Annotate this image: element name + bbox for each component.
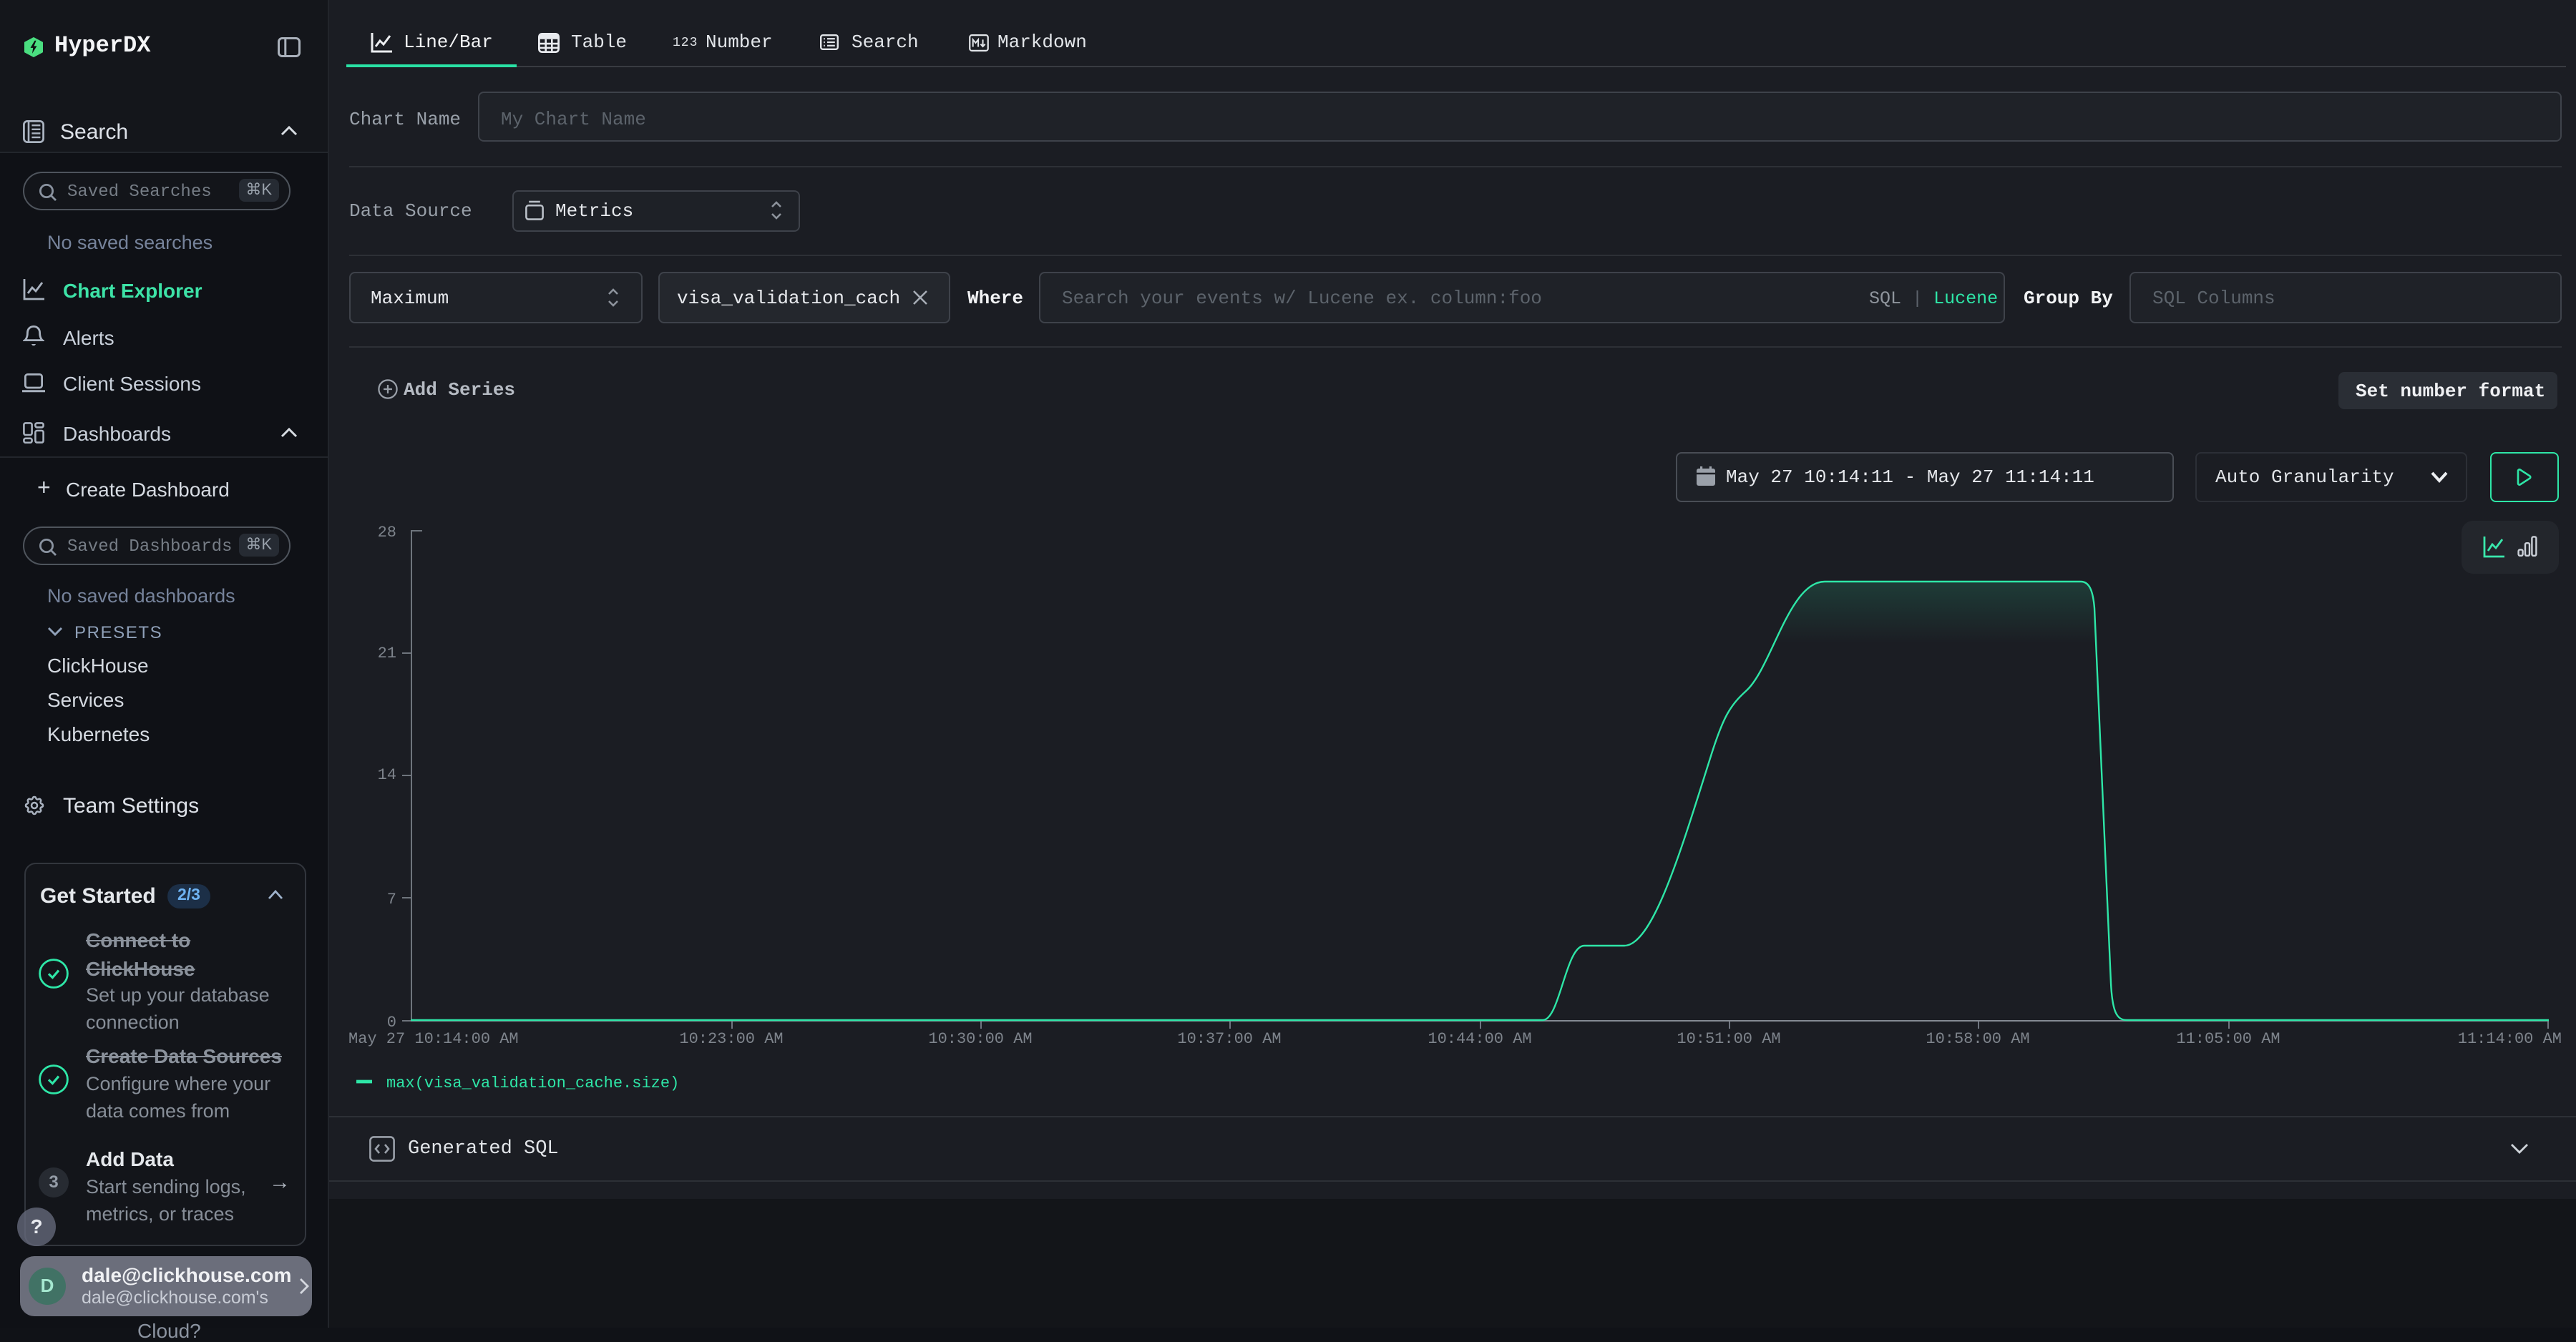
svg-text:max(visa_validation_cache.size: max(visa_validation_cache.size) (386, 1074, 679, 1092)
svg-text:10:44:00 AM: 10:44:00 AM (1428, 1030, 1531, 1048)
svg-text:21: 21 (378, 645, 396, 662)
svg-text:0: 0 (387, 1014, 396, 1032)
svg-text:10:23:00 AM: 10:23:00 AM (679, 1030, 783, 1048)
svg-text:7: 7 (387, 891, 396, 908)
svg-text:May 27 10:14:00 AM: May 27 10:14:00 AM (348, 1030, 519, 1048)
svg-text:14: 14 (378, 766, 396, 784)
svg-text:28: 28 (378, 524, 396, 542)
svg-text:10:51:00 AM: 10:51:00 AM (1677, 1030, 1780, 1048)
svg-text:11:14:00 AM: 11:14:00 AM (2458, 1030, 2562, 1048)
svg-text:10:58:00 AM: 10:58:00 AM (1926, 1030, 2029, 1048)
svg-text:10:37:00 AM: 10:37:00 AM (1177, 1030, 1281, 1048)
svg-text:11:05:00 AM: 11:05:00 AM (2176, 1030, 2280, 1048)
svg-text:10:30:00 AM: 10:30:00 AM (928, 1030, 1032, 1048)
